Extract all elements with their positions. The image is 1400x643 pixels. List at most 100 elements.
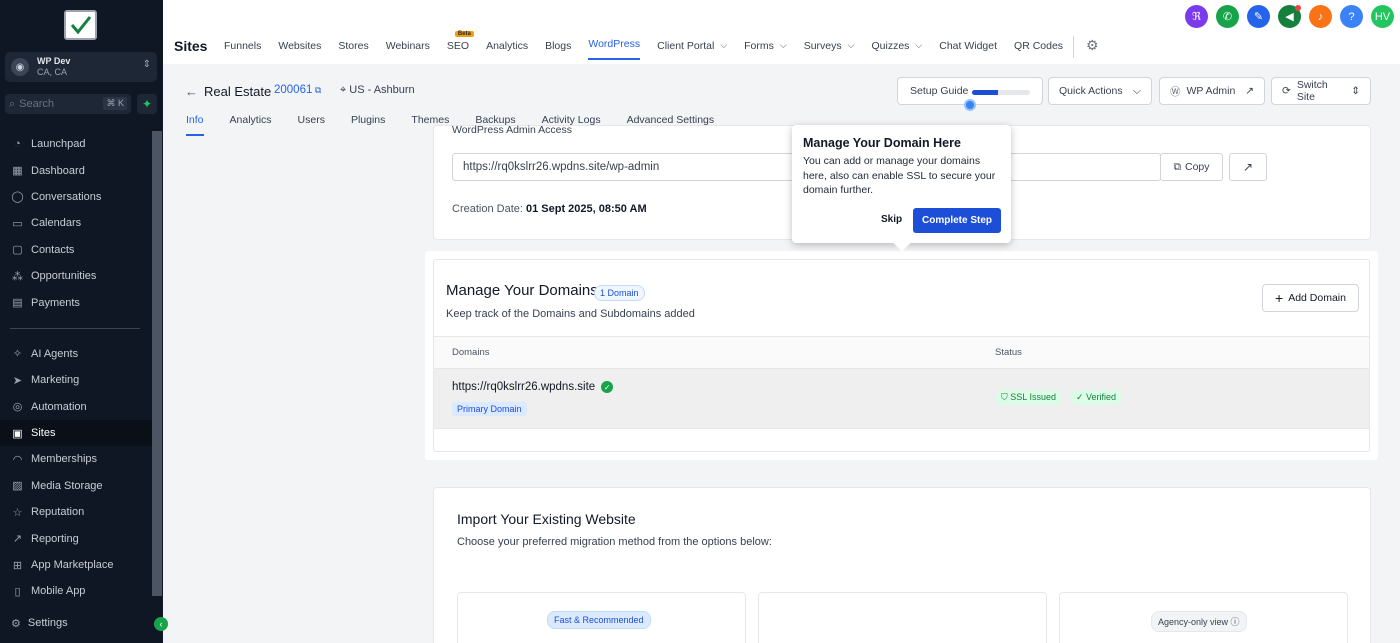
import-title: Import Your Existing Website (457, 511, 636, 527)
table-row[interactable]: https://rq0kslrr26.wpdns.site ✓ Primary D… (434, 368, 1369, 429)
tab-plugins[interactable]: Plugins (351, 114, 385, 136)
account-switcher[interactable]: ◉ WP Dev CA, CA ⇕ (5, 52, 157, 82)
chevron-updown-icon: ⇕ (142, 59, 151, 70)
search-shortcut: ⌘ K (103, 97, 127, 110)
site-location: ⌖ US - Ashburn (340, 84, 415, 96)
import-option-manual[interactable] (758, 592, 1047, 643)
onboarding-popover: Manage Your Domain Here You can add or m… (792, 125, 1011, 243)
beta-badge: Beta (454, 31, 474, 37)
sidebar-item-dashboard[interactable]: ▦ Dashboard (0, 157, 152, 183)
page-brand: Sites (174, 38, 208, 54)
sidebar-item-opportunities[interactable]: ⁂ Opportunities (0, 263, 152, 289)
nav-wordpress[interactable]: WordPress (588, 38, 641, 60)
chevron-down-icon: ⌵ (847, 40, 855, 50)
wp-admin-button[interactable]: Ⓦ WP Admin ↗ (1159, 77, 1265, 105)
settings-gear-icon[interactable]: ⚙ (1086, 38, 1100, 52)
ssl-status-badge: ⛉ SSL Issued (995, 390, 1062, 405)
tab-info[interactable]: Info (186, 114, 204, 136)
nav-funnels[interactable]: Funnels (224, 40, 261, 62)
nav-forms[interactable]: Forms ⌵ (744, 40, 787, 62)
add-domain-button[interactable]: + Add Domain (1262, 284, 1359, 312)
sidebar-item-media-storage[interactable]: ▨ Media Storage (0, 473, 152, 499)
membership-icon: ◠ (12, 453, 23, 466)
account-name: WP Dev (37, 56, 71, 66)
import-option-agency[interactable]: Agency-only view ⓘ (1059, 592, 1348, 643)
column-status: Status (995, 347, 1022, 358)
translate-icon[interactable]: ℜ (1185, 5, 1208, 28)
nav-client-portal[interactable]: Client Portal ⌵ (657, 40, 727, 62)
magic-icon[interactable]: ✎ (1247, 5, 1270, 28)
agency-only-badge: Agency-only view ⓘ (1151, 611, 1247, 632)
phone-icon[interactable]: ✆ (1216, 5, 1239, 28)
admin-access-label: WordPress Admin Access (452, 124, 573, 136)
sidebar-scrollbar[interactable] (152, 131, 162, 596)
back-arrow-icon[interactable]: ← (185, 84, 198, 99)
sidebar-item-contacts[interactable]: ▢ Contacts (0, 237, 152, 263)
search-icon: ⌕ (9, 97, 16, 110)
megaphone-icon[interactable]: ◀ (1278, 5, 1301, 28)
domains-highlight: Manage Your Domains 1 Domain Keep track … (425, 251, 1378, 460)
sidebar-item-payments[interactable]: ▤ Payments (0, 289, 152, 315)
nav-websites[interactable]: Websites (278, 40, 321, 62)
switch-site-button[interactable]: ⟳ Switch Site ⇕ (1271, 77, 1371, 105)
skip-button[interactable]: Skip (881, 214, 902, 225)
domains-card: Manage Your Domains 1 Domain Keep track … (433, 259, 1370, 452)
reporting-icon: ↗ (12, 533, 23, 546)
dashboard-icon: ▦ (12, 165, 23, 178)
search-input[interactable]: ⌕ Search ⌘ K (5, 94, 131, 114)
nav-surveys[interactable]: Surveys ⌵ (804, 40, 855, 62)
contacts-icon: ▢ (12, 244, 23, 257)
nav-webinars[interactable]: Webinars (386, 40, 430, 62)
quick-add-button[interactable]: ✦ (137, 94, 157, 114)
open-admin-button[interactable]: ↗ (1229, 153, 1267, 181)
site-id[interactable]: 200061 ⧉ (274, 84, 321, 96)
external-link-icon: ↗ (1245, 85, 1254, 97)
sidebar-item-calendars[interactable]: ▭ Calendars (0, 210, 152, 236)
app-logo[interactable] (64, 10, 97, 40)
location-icon: ◉ (11, 58, 29, 76)
import-option-fast[interactable]: Fast & Recommended (457, 592, 746, 643)
wordpress-icon: Ⓦ (1170, 85, 1181, 98)
complete-step-button[interactable]: Complete Step (913, 208, 1001, 233)
switch-icon: ⟳ (1282, 85, 1291, 97)
nav-qr-codes[interactable]: QR Codes (1014, 40, 1063, 62)
nav-chat-widget[interactable]: Chat Widget (939, 40, 997, 62)
sidebar-item-sites[interactable]: ▣ Sites (0, 419, 152, 447)
nav-analytics[interactable]: Analytics (486, 40, 528, 62)
sidebar-item-reporting[interactable]: ↗ Reporting (0, 525, 152, 551)
sidebar-item-mobile-app[interactable]: ▯ Mobile App (0, 578, 152, 604)
chevron-down-icon: ⌵ (779, 40, 787, 50)
gear-icon: ⚙ (11, 617, 21, 630)
nav-blogs[interactable]: Blogs (545, 40, 571, 62)
sidebar-item-memberships[interactable]: ◠ Memberships (0, 446, 152, 472)
search-placeholder: Search (19, 98, 55, 110)
sidebar-item-ai-agents[interactable]: ✧ AI Agents (0, 341, 152, 367)
sidebar-item-reputation[interactable]: ☆ Reputation (0, 499, 152, 525)
sidebar-item-launchpad[interactable]: ◔ Launchpad (0, 131, 152, 157)
notification-dot (1295, 5, 1301, 11)
quick-actions-button[interactable]: Quick Actions ⌵ (1048, 77, 1152, 105)
chevron-down-icon: ⌵ (1133, 84, 1141, 97)
import-subtitle: Choose your preferred migration method f… (457, 536, 772, 548)
send-icon: ➤ (12, 374, 23, 387)
domain-count-badge: 1 Domain (594, 285, 645, 301)
page-title: Real Estate (204, 84, 272, 99)
tab-analytics[interactable]: Analytics (230, 114, 272, 136)
sidebar-item-marketing[interactable]: ➤ Marketing (0, 367, 152, 393)
nav-seo[interactable]: Beta SEO (447, 31, 474, 62)
tab-users[interactable]: Users (298, 114, 325, 136)
sidebar-item-automation[interactable]: ◎ Automation (0, 394, 152, 420)
nav-quizzes[interactable]: Quizzes ⌵ (871, 40, 922, 62)
sidebar-item-conversations[interactable]: ◯ Conversations (0, 184, 152, 210)
sidebar-item-app-marketplace[interactable]: ⊞ App Marketplace (0, 552, 152, 578)
collapse-sidebar-button[interactable]: ‹ (154, 617, 168, 631)
plus-icon: + (1275, 290, 1284, 306)
copy-url-button[interactable]: ⧉ Copy (1160, 153, 1223, 181)
sidebar: ◉ WP Dev CA, CA ⇕ ⌕ Search ⌘ K ✦ ◔ Launch… (0, 0, 168, 643)
nav-stores[interactable]: Stores (338, 40, 368, 62)
bell-icon[interactable]: ♪ (1309, 5, 1332, 28)
shield-check-icon: ⛉ (1001, 392, 1011, 402)
help-icon[interactable]: ? (1340, 5, 1363, 28)
avatar[interactable]: HV (1371, 5, 1394, 28)
sidebar-item-settings[interactable]: ⚙ Settings (0, 610, 152, 636)
